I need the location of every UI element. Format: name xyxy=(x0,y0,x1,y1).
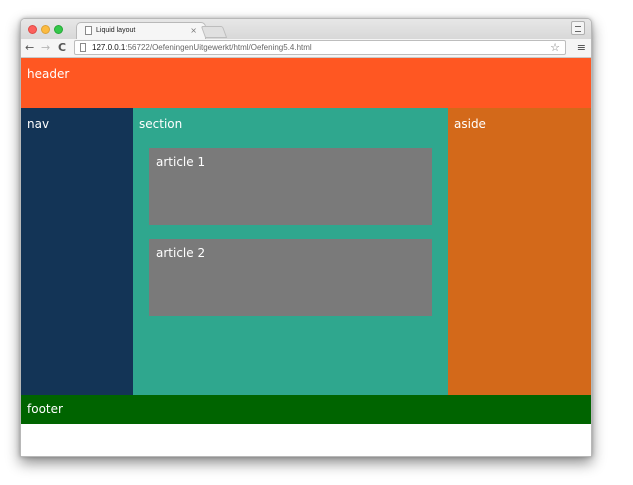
profile-icon[interactable] xyxy=(571,21,585,35)
article-label: article 2 xyxy=(156,246,206,260)
url-path: :56722/OefeningenUitgewerkt/html/Oefenin… xyxy=(125,43,312,52)
back-arrow-icon[interactable]: ← xyxy=(25,40,34,56)
page-nav: nav xyxy=(21,108,133,395)
window-close-button[interactable] xyxy=(28,25,37,34)
screenshot-stage: Liquid layout × ← → C 127.0.0.1:56722/Oe… xyxy=(0,0,633,485)
header-label: header xyxy=(27,67,70,81)
aside-label: aside xyxy=(454,117,486,131)
forward-arrow-icon[interactable]: → xyxy=(41,40,50,56)
new-tab-button[interactable] xyxy=(200,26,228,38)
section-label: section xyxy=(139,117,183,131)
url-host: 127.0.0.1 xyxy=(92,43,126,52)
page-footer: footer xyxy=(21,395,591,424)
window-maximize-button[interactable] xyxy=(54,25,63,34)
page-viewport: header nav section article 1 article 2 a… xyxy=(21,58,591,456)
footer-label: footer xyxy=(27,402,63,416)
nav-label: nav xyxy=(27,117,50,131)
page-icon xyxy=(85,26,92,35)
url-text: 127.0.0.1:56722/OefeningenUitgewerkt/htm… xyxy=(92,41,312,54)
browser-window: Liquid layout × ← → C 127.0.0.1:56722/Oe… xyxy=(20,18,592,457)
article-1: article 1 xyxy=(149,148,432,225)
page-section: section article 1 article 2 xyxy=(133,108,448,395)
address-bar[interactable]: 127.0.0.1:56722/OefeningenUitgewerkt/htm… xyxy=(74,40,566,55)
reload-icon[interactable]: C xyxy=(58,40,66,56)
page-aside: aside xyxy=(448,108,591,395)
article-2: article 2 xyxy=(149,239,432,316)
page-header: header xyxy=(21,58,591,108)
browser-toolbar: ← → C 127.0.0.1:56722/OefeningenUitgewer… xyxy=(21,39,591,58)
tab-strip: Liquid layout × xyxy=(21,19,591,39)
close-icon[interactable]: × xyxy=(190,25,197,36)
tab-liquid-layout[interactable]: Liquid layout × xyxy=(76,22,206,39)
tab-title: Liquid layout xyxy=(96,27,136,34)
menu-icon[interactable]: ≡ xyxy=(577,40,586,55)
star-icon[interactable]: ☆ xyxy=(550,40,560,55)
page-icon xyxy=(80,43,86,52)
article-label: article 1 xyxy=(156,155,206,169)
window-minimize-button[interactable] xyxy=(41,25,50,34)
